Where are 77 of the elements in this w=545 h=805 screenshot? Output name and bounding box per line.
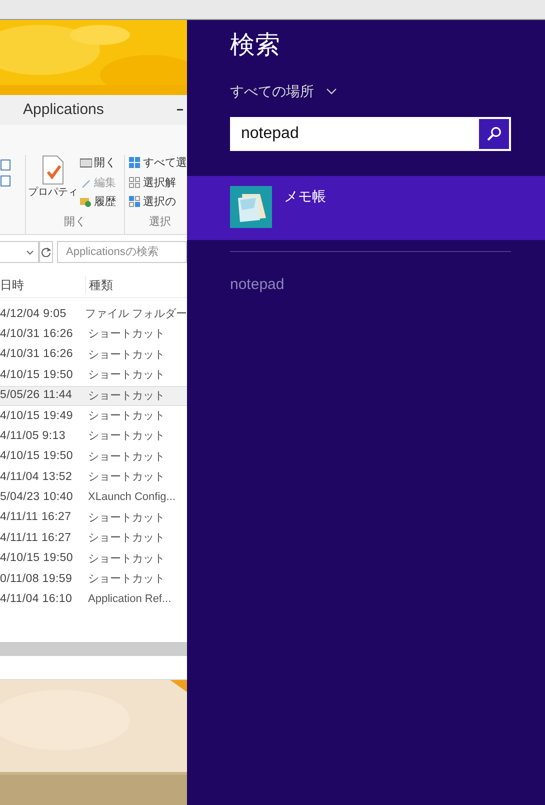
file-row[interactable]: 4/11/04 13:52 ショートカット [0,467,187,488]
result-label: メモ帳 [284,187,326,206]
date-cell-text: 4/11/05 9:13 [0,428,66,444]
file-row[interactable]: 4/10/31 16:26 ショートカット [0,344,187,366]
date-cell-text: 4/10/15 19:50 [0,368,74,383]
open-button[interactable]: 開く [80,155,116,172]
date-cell-text: 4/11/04 16:10 [0,592,74,608]
grid-icon [129,176,141,189]
type-cell-text: ショートカット [88,408,165,424]
scope-dropdown[interactable]: すべての場所 [230,81,337,102]
date-cell-text: 5/05/26 11:44 [0,388,74,404]
file-row[interactable]: 4/10/15 19:50 ショートカット [0,548,187,570]
file-row[interactable]: 4/10/15 19:49 ショートカット [0,406,187,426]
date-cell-text: 4/10/15 19:49 [0,408,74,424]
file-row[interactable]: 5/04/23 10:40 XLaunch Config... [0,488,187,508]
type-cell-text: ファイル フォルダー [84,306,187,322]
pane-title: 検索 [229,30,281,61]
file-row[interactable]: 4/11/05 9:13 ショートカット [0,426,187,447]
date-cell-text: 5/04/23 10:40 [0,490,74,506]
search-field[interactable]: Applicationsの検索 [57,241,187,263]
file-row[interactable]: 4/12/04 9:05 ファイル フォルダー [0,304,187,324]
date-cell-text: 4/10/31 16:26 [0,347,74,362]
type-cell-text: ショートカット [88,327,165,342]
window-title: Applications [23,100,105,120]
notepad-icon [230,186,272,228]
file-row[interactable]: 4/10/15 19:50 ショートカット [0,365,187,386]
type-cell-text: ショートカット [88,348,165,363]
grid-icon [129,196,141,208]
minimize-icon[interactable] [177,109,183,111]
file-row[interactable]: 4/10/15 19:50 ショートカット [0,446,187,468]
chevron-down-icon [326,88,337,96]
date-cell-text: 4/10/15 19:50 [0,449,74,464]
group-label: 開く [62,214,87,230]
type-cell-text: ショートカット [88,388,165,404]
history-button[interactable]: 履歴 [80,194,116,210]
date-cell-text: 0/11/08 19:59 [0,572,74,587]
search-result[interactable]: メモ帳 [187,176,545,240]
search-box[interactable]: notepad [230,117,511,152]
file-row[interactable]: 0/11/08 19:59 ショートカット [0,569,187,590]
date-cell-text: 4/11/11 16:27 [0,510,72,526]
group-label: 選択 [148,214,172,230]
type-cell-text: XLaunch Config... [88,490,176,506]
file-row[interactable]: 4/11/11 16:27 ショートカット [0,508,187,528]
search-icon [486,126,502,142]
properties-icon [40,155,65,185]
folder-clock-icon [80,196,92,208]
select-none-button[interactable]: 選択解 [129,174,187,191]
file-row[interactable]: 4/10/31 16:26 ショートカット [0,324,187,345]
column-header[interactable]: 種類 [85,276,113,294]
search-suggestion[interactable]: notepad [230,274,284,297]
type-cell-text: ショートカット [88,572,165,588]
refresh-button[interactable] [39,241,53,263]
type-cell-text: ショートカット [88,368,165,384]
type-cell-text: ショートカット [88,450,165,465]
date-cell-text: 4/11/11 16:27 [0,530,72,546]
file-row[interactable]: 4/11/04 16:10 Application Ref... [0,589,187,610]
type-cell-text: ショートカット [88,510,165,526]
chevron-down-icon [26,250,34,254]
type-cell-text: ショートカット [88,470,165,486]
properties-button[interactable]: プロパティ [30,155,76,210]
type-cell-text: ショートカット [88,429,165,444]
invert-selection-button[interactable]: 選択の [129,194,187,210]
date-cell-text: 4/12/04 9:05 [0,306,68,322]
type-cell-text: Application Ref... [88,592,172,608]
file-row[interactable]: 4/11/11 16:27 ショートカット [0,528,187,549]
grid-icon [129,157,141,170]
date-cell-text: 4/10/15 19:50 [0,551,74,566]
date-cell-text: 4/11/04 13:52 [0,470,74,485]
column-header[interactable]: 日時 [0,276,85,294]
window-icon [80,157,92,170]
type-cell-text: ショートカット [88,531,165,546]
refresh-icon [41,247,52,257]
date-cell-text: 4/10/31 16:26 [0,326,74,342]
search-button[interactable] [479,119,509,150]
type-cell-text: ショートカット [88,552,165,567]
file-row[interactable]: 5/05/26 11:44 ショートカット [0,386,187,406]
select-all-button[interactable]: すべて選 [129,155,187,172]
